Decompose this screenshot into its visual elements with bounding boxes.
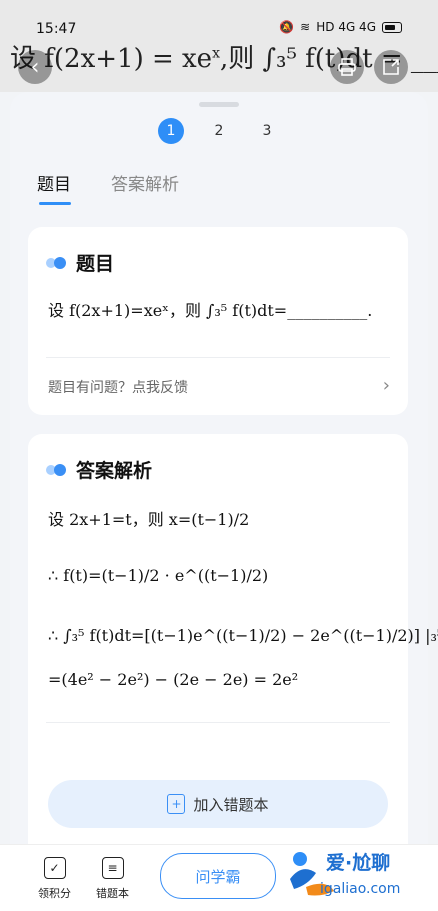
- question-card: 题目 设 f(2x+1)=xeˣ，则 ∫₃⁵ f(t)dt=__________…: [28, 227, 408, 415]
- status-bar: 15:47 🔕 ≋ HD 4G 4G: [0, 0, 438, 37]
- add-to-wrongbook-button[interactable]: + 加入错题本: [48, 780, 388, 828]
- points-label: 领积分: [38, 887, 71, 900]
- answer-card-title: 答案解析: [76, 460, 153, 482]
- solution-line-4: =(4e² − 2e²) − (2e − 2e) = 2e²: [48, 670, 299, 689]
- ask-expert-label: 问学霸: [195, 867, 241, 886]
- tab-answer[interactable]: 答案解析: [111, 170, 179, 205]
- question-card-title: 题目: [76, 253, 115, 275]
- status-time: 15:47: [36, 21, 77, 37]
- content-tabs: 题目 答案解析: [37, 170, 179, 205]
- question-pagination: 1 2 3: [10, 118, 428, 144]
- drag-handle[interactable]: [199, 102, 239, 107]
- add-to-wrongbook-label: 加入错题本: [193, 795, 269, 814]
- signal-icons: HD 4G 4G: [316, 20, 376, 34]
- answer-sheet: 1 2 3 题目 答案解析 题目 设 f(2x+1)=xeˣ，则 ∫₃⁵ f(t…: [10, 92, 438, 910]
- print-button[interactable]: [330, 50, 364, 84]
- solution-line-1: 设 2x+1=t，则 x=(t−1)/2: [48, 510, 250, 529]
- answer-card-header: 答案解析: [46, 456, 152, 483]
- question-card-header: 题目: [46, 249, 114, 276]
- question-text: 设 f(2x+1)=xeˣ，则 ∫₃⁵ f(t)dt=__________.: [48, 301, 373, 320]
- watermark-logo: 爱·尬聊 igaliao.com: [286, 845, 426, 905]
- divider: [46, 357, 390, 358]
- chevron-left-icon: ‹: [30, 54, 40, 80]
- page-3-button[interactable]: 3: [254, 118, 280, 144]
- back-button[interactable]: ‹: [18, 50, 52, 84]
- calendar-check-icon: ✓: [43, 857, 66, 879]
- status-icons: 🔕 ≋ HD 4G 4G: [279, 20, 402, 34]
- chevron-right-icon: ›: [382, 375, 390, 396]
- section-dot-icon: [46, 256, 68, 269]
- add-notebook-icon: +: [167, 794, 186, 814]
- ask-expert-button[interactable]: 问学霸: [160, 853, 276, 899]
- wrongbook-nav-item[interactable]: ≡ 错题本: [96, 857, 129, 901]
- battery-icon: [382, 21, 402, 33]
- printer-icon: [338, 58, 356, 76]
- share-icon: [383, 59, 399, 75]
- points-nav-item[interactable]: ✓ 领积分: [38, 857, 71, 901]
- share-button[interactable]: [374, 50, 408, 84]
- wrongbook-label: 错题本: [96, 887, 129, 900]
- solution-line-2: ∴ f(t)=(t−1)/2 · e^((t−1)/2): [48, 566, 269, 585]
- page-2-button[interactable]: 2: [206, 118, 232, 144]
- page-1-button[interactable]: 1: [158, 118, 184, 144]
- svg-text:爱·尬聊: 爱·尬聊: [326, 851, 390, 874]
- wifi-icon: ≋: [300, 20, 311, 34]
- answer-card: 答案解析 设 2x+1=t，则 x=(t−1)/2 ∴ f(t)=(t−1)/2…: [28, 434, 438, 910]
- question-photo-header: 15:47 🔕 ≋ HD 4G 4G 设 f(2x+1) = xex,则 ∫₃⁵…: [0, 0, 438, 92]
- bottom-nav: ✓ 领积分 ≡ 错题本 问学霸 爱·尬聊 igaliao.com: [0, 844, 438, 911]
- tab-question[interactable]: 题目: [37, 170, 71, 205]
- mute-icon: 🔕: [279, 20, 295, 34]
- svg-text:igaliao.com: igaliao.com: [320, 881, 400, 897]
- feedback-link[interactable]: 题目有问题？点我反馈: [48, 377, 188, 397]
- divider: [46, 722, 390, 723]
- solution-line-3: ∴ ∫₃⁵ f(t)dt=[(t−1)e^((t−1)/2) − 2e^((t−…: [48, 626, 438, 645]
- section-dot-icon: [46, 463, 68, 476]
- notebook-icon: ≡: [101, 857, 124, 879]
